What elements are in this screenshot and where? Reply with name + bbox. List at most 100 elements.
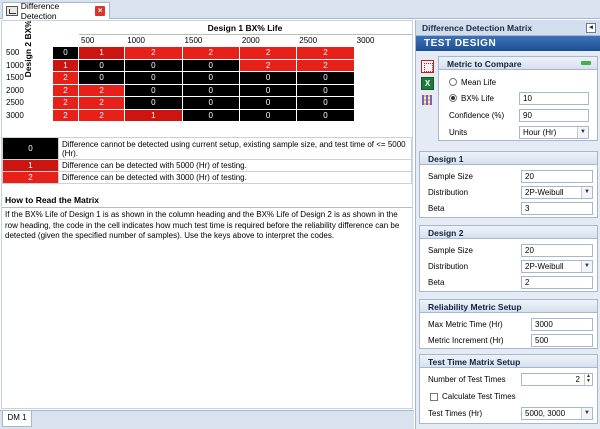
spinner-arrows-icon[interactable]: ▲ ▼: [584, 374, 592, 385]
bx-life-option[interactable]: BX% Life: [439, 92, 597, 106]
design2-sample-input[interactable]: [521, 244, 593, 257]
matrix-cell: 2: [77, 83, 126, 97]
design1-header[interactable]: Design 1: [420, 152, 597, 165]
design2-sample-label: Sample Size: [428, 246, 473, 255]
metric-header[interactable]: Metric to Compare: [439, 57, 597, 70]
design2-dist-row: Distribution 2P-Weibull ▼: [420, 260, 597, 274]
matrix-cell: 0: [124, 71, 183, 85]
calc-test-times-label: Calculate Test Times: [442, 392, 516, 401]
matrix-column-header: 1000: [124, 33, 183, 47]
matrix-cell: 0: [181, 83, 240, 97]
tab-difference-detection[interactable]: Difference Detection ×: [2, 1, 110, 21]
max-metric-input[interactable]: [531, 318, 593, 331]
matrix-row-header: 2000: [2, 83, 53, 97]
bx-value-input[interactable]: [519, 92, 589, 105]
test-times-select[interactable]: 5000, 3000 ▼: [521, 407, 593, 420]
legend-row: 1 Difference can be detected with 5000 (…: [2, 159, 412, 172]
matrix-cell: 1: [77, 46, 126, 60]
chevron-down-icon[interactable]: ▼: [581, 187, 592, 198]
units-select[interactable]: Hour (Hr) ▼: [519, 126, 589, 139]
design1-sample-label: Sample Size: [428, 172, 473, 181]
matrix-row: 500 0 1 2 2 2 2: [2, 46, 412, 60]
matrix-cell: 0: [77, 71, 126, 85]
mean-life-radio[interactable]: [449, 78, 457, 86]
matrix-cell: 1: [52, 58, 79, 72]
reliability-header[interactable]: Reliability Metric Setup: [420, 300, 597, 313]
mean-life-option[interactable]: Mean Life: [439, 76, 597, 90]
matrix-cell: 0: [238, 108, 298, 122]
matrix-corner: [52, 33, 79, 47]
design2-beta-label: Beta: [428, 278, 445, 287]
design1-section: Design 1 Sample Size Distribution 2P-Wei…: [419, 151, 598, 218]
design1-beta-label: Beta: [428, 204, 445, 213]
test-times-row: Test Times (Hr) 5000, 3000 ▼: [420, 407, 597, 421]
matrix-cell: 0: [296, 83, 355, 97]
matrix-cell: 2: [124, 46, 183, 60]
legend-key: 1: [2, 159, 59, 172]
legend-row: 2 Difference can be detected with 3000 (…: [2, 171, 412, 184]
matrix-row-header: 3000: [2, 108, 53, 122]
matrix-cell: 2: [77, 108, 126, 122]
results-icon[interactable]: [421, 60, 434, 73]
test-times-value: 5000, 3000: [525, 409, 566, 418]
collapse-toggle-icon[interactable]: [581, 61, 591, 65]
chevron-down-icon[interactable]: ▼: [581, 261, 592, 272]
calc-test-times-checkbox[interactable]: [430, 393, 438, 401]
design2-beta-row: Beta: [420, 276, 597, 290]
design2-header[interactable]: Design 2: [420, 226, 597, 239]
test-times-label: Test Times (Hr): [428, 409, 483, 418]
matrix-cell: 2: [238, 58, 298, 72]
matrix-cell: 0: [296, 96, 355, 110]
matrix-cell: 0: [238, 96, 298, 110]
confidence-input[interactable]: [519, 109, 589, 122]
matrix-cell: 2: [296, 46, 355, 60]
design1-dist-value: 2P-Weibull: [525, 188, 564, 197]
bx-life-radio[interactable]: [449, 94, 457, 102]
design2-dist-select[interactable]: 2P-Weibull ▼: [521, 260, 593, 273]
matrix-cell: 0: [181, 71, 240, 85]
side-toolbar: X: [421, 60, 435, 111]
grid-icon[interactable]: [421, 94, 434, 107]
chevron-down-icon[interactable]: ▼: [577, 127, 588, 138]
metric-increment-label: Metric Increment (Hr): [428, 336, 504, 345]
confidence-label: Confidence (%): [449, 111, 505, 120]
pin-icon[interactable]: ◂: [586, 23, 596, 33]
chart-icon: [6, 6, 18, 16]
design1-beta-row: Beta: [420, 202, 597, 216]
num-test-times-spinner[interactable]: 2 ▲ ▼: [521, 373, 593, 386]
matrix-cell: 0: [238, 83, 298, 97]
design2-dist-value: 2P-Weibull: [525, 262, 564, 271]
chevron-down-icon[interactable]: ▼: [581, 408, 592, 419]
matrix-cell: 2: [181, 46, 240, 60]
matrix-cell: 0: [181, 108, 240, 122]
metric-increment-input[interactable]: [531, 334, 593, 347]
legend-key: 0: [2, 137, 59, 160]
design2-sample-row: Sample Size: [420, 244, 597, 258]
test-time-header[interactable]: Test Time Matrix Setup: [420, 355, 597, 368]
metric-increment-row: Metric Increment (Hr): [420, 334, 597, 348]
design1-dist-select[interactable]: 2P-Weibull ▼: [521, 186, 593, 199]
design1-sample-input[interactable]: [521, 170, 593, 183]
units-label: Units: [449, 128, 468, 137]
design2-axis-title: Design 2 BX% Life: [2, 21, 53, 78]
excel-icon[interactable]: X: [421, 77, 434, 90]
legend-table: 0 Difference cannot be detected using cu…: [2, 137, 412, 184]
design2-beta-input[interactable]: [521, 276, 593, 289]
sheet-tab-dm1[interactable]: DM 1: [2, 411, 32, 427]
difference-matrix-table: Design 1 BX% Life Design 2 BX% Life 500 1…: [2, 21, 412, 122]
legend-key: 2: [2, 171, 59, 184]
sheet-tab-strip: DM 1: [0, 410, 414, 429]
matrix-cell: 0: [296, 71, 355, 85]
close-icon[interactable]: ×: [95, 6, 105, 16]
matrix-corner: [52, 21, 79, 35]
units-value: Hour (Hr): [523, 128, 557, 137]
matrix-column-header: 500: [77, 33, 126, 47]
design1-axis-title: Design 1 BX% Life: [78, 21, 412, 35]
matrix-column-header: 2500: [296, 33, 355, 47]
matrix-cell: 0: [296, 108, 355, 122]
matrix-cell: 2: [77, 96, 126, 110]
test-design-banner: TEST DESIGN: [416, 36, 600, 51]
design1-beta-input[interactable]: [521, 202, 593, 215]
max-metric-label: Max Metric Time (Hr): [428, 320, 503, 329]
mean-life-label: Mean Life: [461, 78, 497, 87]
